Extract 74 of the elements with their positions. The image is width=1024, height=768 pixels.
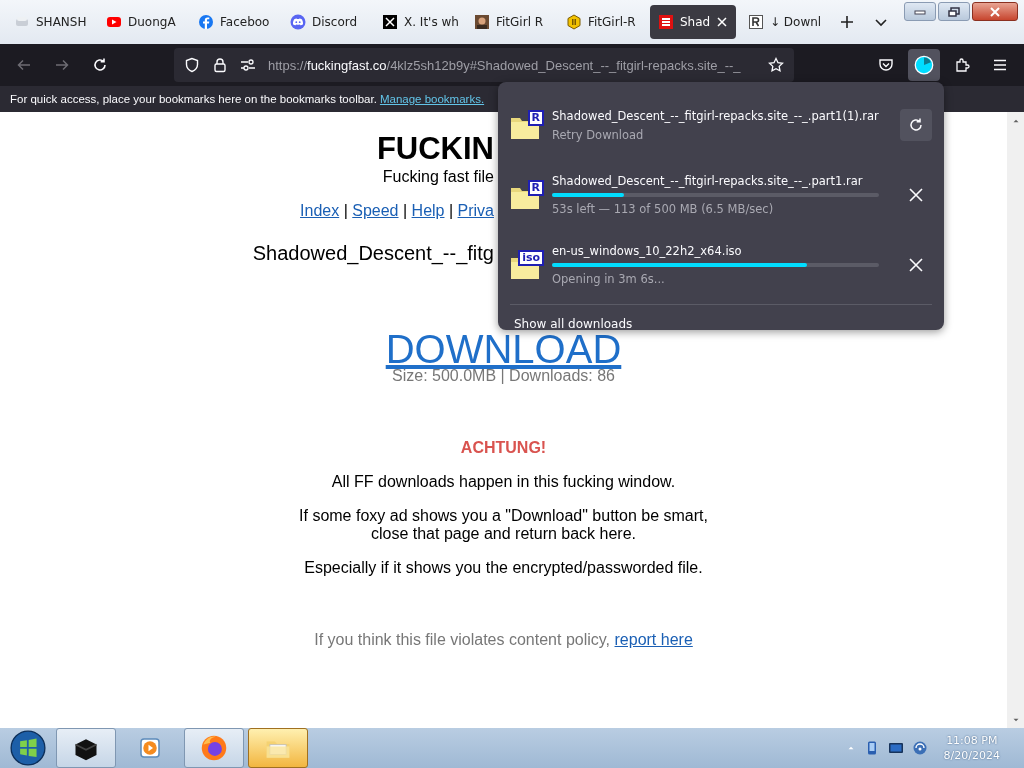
browser-tab[interactable]: X. It's wh [374,5,462,39]
browser-tab[interactable]: ↓ Downl [740,5,828,39]
notice-text: All FF downloads happen in this fucking window. [331,473,676,491]
download-status: 53s left — 113 of 500 MB (6.5 MB/sec) [552,202,775,216]
restore-button[interactable] [938,2,970,21]
back-arrow-icon[interactable] [16,57,32,73]
report-link[interactable]: report here [614,631,693,648]
restore-icon [948,6,960,17]
file-name: Shadowed_Descent_--_fitg [252,242,494,264]
nav-link[interactable]: Index [300,202,340,219]
minimize-icon [914,8,926,15]
site-title: FUCKIN [376,131,494,166]
shield-icon[interactable] [184,57,200,73]
close-icon [989,6,1001,17]
clock-time: 11:08 PM [946,733,998,748]
download-status: Opening in 3m 6s... [552,272,666,286]
browser-tab[interactable]: Faceboo [190,5,278,39]
letter-f-icon [198,14,214,30]
bookmarks-hint: For quick access, place your bookmarks here on the bookmarks toolbar. [10,93,377,105]
download-progress-icon[interactable] [914,55,934,75]
close-icon[interactable] [716,16,729,28]
pocket-icon[interactable] [878,57,894,73]
menu-icon[interactable] [992,57,1008,73]
scrollbar[interactable] [1007,112,1024,728]
browser-tab[interactable]: FitGirl-R [558,5,646,39]
gamepad-icon [290,14,306,30]
clock-date: 8/20/2024 [943,748,1000,763]
forward-arrow-icon[interactable] [54,57,70,73]
browser-tab[interactable]: FitGirl R [466,5,554,39]
nav-link[interactable]: Speed [352,202,399,219]
reload-icon[interactable] [92,57,108,73]
media-player-icon[interactable] [138,736,162,760]
network-icon[interactable] [911,740,928,756]
plus-icon[interactable] [839,14,855,30]
notice-text: Especially if it shows you the encrypted/passworded file. [304,559,703,577]
download-name: Shadowed_Descent_--_fitgirl-repacks.site_--_.part1.rar [552,174,864,188]
policy-text: If you think this file violates content policy, [314,631,611,648]
browser-tab[interactable]: SHANSH [6,5,94,39]
address-bar[interactable]: https://fuckingfast.co/4klz5sh12b9y#Shadowed_Descent_--_fitgirl-repacks.site_--_ [174,48,794,82]
close-button[interactable] [972,2,1018,21]
lock-icon[interactable] [212,57,228,73]
start-orb-icon[interactable] [10,730,46,766]
separator: | [447,202,455,219]
retry-button[interactable] [900,109,932,141]
play-icon [106,14,122,30]
manage-bookmarks-link[interactable]: Manage bookmarks. [379,93,485,105]
stripes-icon [658,14,674,30]
site-subtitle: Fucking fast file [382,168,494,185]
separator: | [342,202,349,219]
file-info: Size: 500.0MB | Downloads: 86 [392,367,615,385]
close-icon [908,187,924,203]
browser-tab[interactable]: DuongA [98,5,186,39]
browser-tab[interactable]: Shad [650,5,736,39]
download-link[interactable]: DOWNLOAD [385,331,622,367]
download-status: Retry Download [552,127,645,142]
star-icon[interactable] [768,57,784,73]
warning-title: ACHTUNG! [460,439,547,457]
notice-text: If some foxy ad shows you a "Download" button be smart, close that page and return back here. [299,507,708,543]
download-name: Shadowed_Descent_--_fitgirl-repacks.site_--_.part1(1).rar [552,108,880,123]
retry-icon [908,117,924,133]
browser-icon[interactable] [200,734,228,762]
sliders-icon[interactable] [240,57,256,73]
letter-r-icon [748,14,764,30]
nav-link[interactable]: Help [411,202,445,219]
cross-icon [382,14,398,30]
monitor-icon[interactable] [887,740,904,756]
close-icon [908,257,924,273]
coin-icon [566,14,582,30]
download-name: en-us_windows_10_22h2_x64.iso [552,244,743,258]
browser-tab[interactable]: Discord [282,5,370,39]
separator: | [401,202,409,219]
avatar-icon [474,14,490,30]
nav-link[interactable]: Priva [457,202,494,219]
puzzle-icon[interactable] [954,57,970,73]
